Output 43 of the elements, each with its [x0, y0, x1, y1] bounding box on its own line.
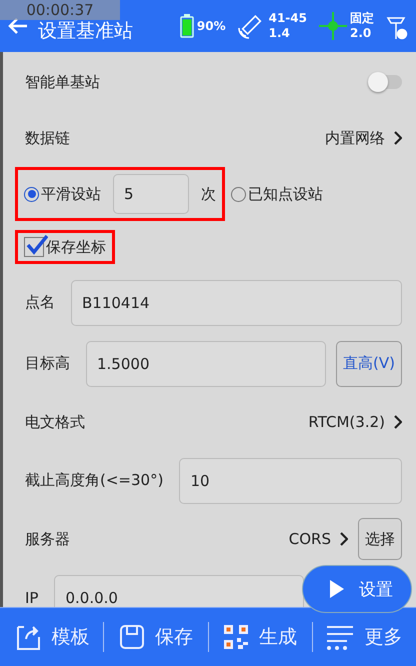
- crosshair-icon: [319, 12, 347, 40]
- input-field[interactable]: 10: [179, 458, 402, 504]
- pdop-value: 1.4: [268, 26, 291, 41]
- radio-option[interactable]: 已知点设站: [231, 184, 323, 204]
- setting-label: 服务器: [25, 530, 70, 548]
- chevron-icon: [393, 415, 402, 429]
- screen-title: 设置基准站: [38, 19, 134, 44]
- field-label: 截止高度角(<=30°): [25, 471, 164, 490]
- toolbar-button[interactable]: 保存: [104, 608, 208, 666]
- setting-label: 数据链: [25, 128, 70, 148]
- qr-code-icon: [223, 624, 250, 650]
- chevron-icon: [393, 131, 402, 145]
- satellite-count: 41-45: [268, 11, 307, 26]
- setting-value[interactable]: CORS: [288, 530, 331, 548]
- apply-button[interactable]: 设置: [302, 565, 412, 613]
- floppy-icon: [118, 624, 145, 650]
- battery-icon: [180, 14, 194, 38]
- radio-option[interactable]: 平滑设站: [24, 184, 101, 204]
- setting-value[interactable]: 内置网络: [325, 128, 385, 148]
- elapsed-time: 00:00:37: [0, 0, 120, 20]
- battery-percent: 90%: [196, 18, 226, 34]
- back-icon[interactable]: [8, 17, 28, 35]
- check-icon: [26, 234, 48, 256]
- field-label: 目标高: [25, 354, 70, 373]
- setting-label: 智能单基站: [25, 72, 100, 92]
- checkbox[interactable]: 保存坐标: [24, 237, 106, 257]
- select-button[interactable]: 选择: [358, 518, 402, 560]
- count-field[interactable]: 5: [113, 174, 189, 214]
- chevron-icon: [339, 532, 348, 546]
- input-field[interactable]: B110414: [71, 280, 402, 326]
- setting-label: 电文格式: [25, 412, 85, 432]
- toolbar-button[interactable]: 模板: [0, 608, 104, 666]
- fix-value: 2.0: [350, 26, 372, 41]
- input-field[interactable]: 0.0.0.0: [54, 574, 304, 607]
- unit-label: 次: [201, 184, 216, 204]
- height-mode-button[interactable]: 直高(V): [336, 340, 402, 386]
- fix-status: 固定: [350, 11, 374, 26]
- field-label: 点名: [25, 293, 55, 312]
- menu-icon: [326, 624, 354, 650]
- play-icon: [329, 579, 345, 599]
- field-label: IP: [25, 588, 38, 606]
- setting-value[interactable]: RTCM(3.2): [308, 413, 385, 431]
- input-field[interactable]: 1.5000: [86, 340, 326, 386]
